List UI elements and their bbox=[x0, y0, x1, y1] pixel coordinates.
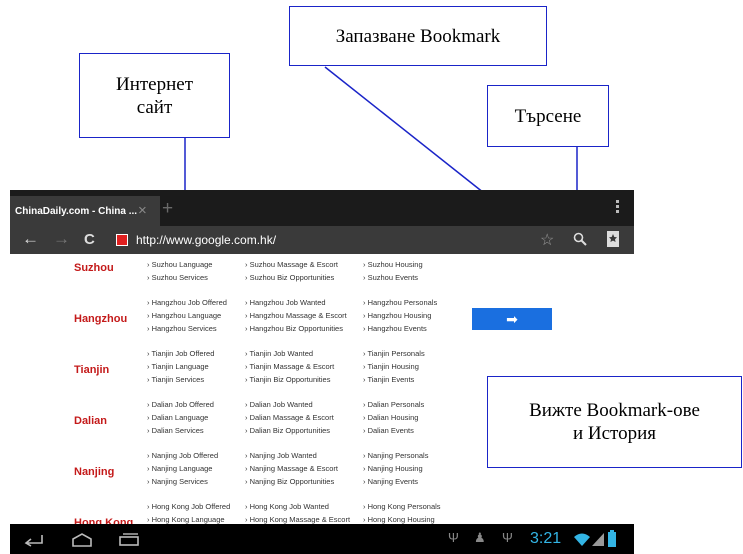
category-link[interactable]: › Suzhou Services bbox=[147, 273, 208, 282]
category-link[interactable]: › Dalian Events bbox=[363, 426, 414, 435]
favicon-icon bbox=[116, 234, 128, 246]
city-heading[interactable]: Hong Kong bbox=[74, 517, 133, 524]
category-link[interactable]: › Tianjin Events bbox=[363, 375, 414, 384]
city-heading[interactable]: Suzhou bbox=[74, 262, 114, 274]
battery-icon bbox=[608, 530, 616, 547]
category-link[interactable]: › Hong Kong Job Wanted bbox=[245, 502, 329, 511]
callout-website-line2: сайт bbox=[136, 96, 173, 118]
callout-save-bookmark: Запазване Bookmark bbox=[289, 6, 547, 66]
tab-bar: ChinaDaily.com - China ... × + bbox=[10, 190, 634, 226]
category-link[interactable]: › Hangzhou Job Wanted bbox=[245, 298, 326, 307]
category-link[interactable]: › Tianjin Housing bbox=[363, 362, 419, 371]
category-link[interactable]: › Hong Kong Housing bbox=[363, 515, 435, 524]
category-link[interactable]: › Nanjing Services bbox=[147, 477, 208, 486]
category-link[interactable]: › Nanjing Job Wanted bbox=[245, 451, 317, 460]
category-link[interactable]: › Suzhou Events bbox=[363, 273, 418, 282]
city-heading[interactable]: Dalian bbox=[74, 415, 107, 427]
go-button[interactable]: ➡ bbox=[472, 308, 552, 330]
category-link[interactable]: › Dalian Job Wanted bbox=[245, 400, 313, 409]
category-link[interactable]: › Nanjing Personals bbox=[363, 451, 428, 460]
tab-title: ChinaDaily.com - China ... bbox=[15, 206, 138, 217]
address-bar: ← → C http://www.google.com.hk/ ☆ bbox=[10, 226, 634, 254]
category-link[interactable]: › Hangzhou Housing bbox=[363, 311, 431, 320]
category-link[interactable]: › Hong Kong Massage & Escort bbox=[245, 515, 350, 524]
reload-icon[interactable]: C bbox=[84, 231, 95, 248]
new-tab-icon[interactable]: + bbox=[162, 198, 173, 220]
bookmarks-icon[interactable] bbox=[607, 231, 619, 252]
category-link[interactable]: › Hangzhou Events bbox=[363, 324, 427, 333]
category-link[interactable]: › Dalian Biz Opportunities bbox=[245, 426, 330, 435]
usb-icon: Ψ bbox=[448, 530, 459, 545]
category-link[interactable]: › Nanjing Massage & Escort bbox=[245, 464, 338, 473]
category-link[interactable]: › Hong Kong Personals bbox=[363, 502, 441, 511]
callout-search: Търсене bbox=[487, 85, 609, 147]
back-nav-icon[interactable] bbox=[22, 533, 44, 547]
category-link[interactable]: › Dalian Personals bbox=[363, 400, 424, 409]
callout-view-bookmarks: Вижте Bookmark-ове и История bbox=[487, 376, 742, 468]
callout-search-text: Търсене bbox=[514, 105, 582, 127]
city-heading[interactable]: Tianjin bbox=[74, 364, 109, 376]
url-input[interactable]: http://www.google.com.hk/ bbox=[136, 233, 276, 247]
usb-storage-icon: Ψ bbox=[502, 530, 513, 545]
category-link[interactable]: › Dalian Services bbox=[147, 426, 204, 435]
system-bar: Ψ ♟ Ψ 3:21 bbox=[10, 524, 634, 554]
category-link[interactable]: › Dalian Language bbox=[147, 413, 208, 422]
category-link[interactable]: › Hangzhou Biz Opportunities bbox=[245, 324, 343, 333]
tab-close-icon[interactable]: × bbox=[138, 202, 147, 219]
category-link[interactable]: › Nanjing Events bbox=[363, 477, 418, 486]
category-link[interactable]: › Dalian Massage & Escort bbox=[245, 413, 334, 422]
category-link[interactable]: › Hong Kong Language bbox=[147, 515, 225, 524]
debug-icon: ♟ bbox=[474, 530, 486, 545]
back-icon[interactable]: ← bbox=[22, 229, 39, 249]
category-link[interactable]: › Nanjing Job Offered bbox=[147, 451, 218, 460]
callout-website-line1: Интернет bbox=[115, 73, 194, 95]
category-link[interactable]: › Nanjing Language bbox=[147, 464, 212, 473]
category-link[interactable]: › Hong Kong Job Offered bbox=[147, 502, 230, 511]
category-link[interactable]: › Tianjin Job Wanted bbox=[245, 349, 313, 358]
category-link[interactable]: › Tianjin Biz Opportunities bbox=[245, 375, 330, 384]
category-link[interactable]: › Suzhou Biz Opportunities bbox=[245, 273, 334, 282]
category-link[interactable]: › Hangzhou Language bbox=[147, 311, 221, 320]
category-link[interactable]: › Tianjin Job Offered bbox=[147, 349, 214, 358]
callout-save-bookmark-text: Запазване Bookmark bbox=[335, 25, 501, 47]
category-link[interactable]: › Nanjing Housing bbox=[363, 464, 423, 473]
category-link[interactable]: › Dalian Housing bbox=[363, 413, 418, 422]
category-link[interactable]: › Hangzhou Personals bbox=[363, 298, 437, 307]
wifi-icon bbox=[574, 533, 590, 546]
clock: 3:21 bbox=[530, 530, 562, 547]
star-icon[interactable]: ☆ bbox=[540, 230, 554, 250]
callout-view-bookmarks-line2: и История bbox=[572, 423, 657, 444]
category-link[interactable]: › Suzhou Massage & Escort bbox=[245, 260, 338, 269]
menu-icon[interactable] bbox=[616, 200, 620, 215]
category-link[interactable]: › Suzhou Job Wanted bbox=[245, 254, 317, 256]
search-icon[interactable] bbox=[573, 232, 587, 251]
category-link[interactable]: › Dalian Job Offered bbox=[147, 400, 214, 409]
category-link[interactable]: › Suzhou Housing bbox=[363, 260, 423, 269]
category-link[interactable]: › Suzhou Personals bbox=[363, 254, 428, 256]
category-link[interactable]: › Suzhou Job Offered bbox=[147, 254, 218, 256]
callout-view-bookmarks-line1: Вижте Bookmark-ове bbox=[529, 400, 700, 421]
tablet-screen: ChinaDaily.com - China ... × + ← → C htt… bbox=[10, 190, 634, 554]
category-link[interactable]: › Tianjin Services bbox=[147, 375, 204, 384]
category-link[interactable]: › Nanjing Biz Opportunities bbox=[245, 477, 334, 486]
recent-apps-icon[interactable] bbox=[118, 532, 140, 546]
category-link[interactable]: › Hangzhou Services bbox=[147, 324, 217, 333]
category-link[interactable]: › Tianjin Personals bbox=[363, 349, 425, 358]
category-link[interactable]: › Hangzhou Massage & Escort bbox=[245, 311, 347, 320]
city-heading[interactable]: Hangzhou bbox=[74, 313, 127, 325]
category-link[interactable]: › Hangzhou Job Offered bbox=[147, 298, 227, 307]
category-link[interactable]: › Tianjin Language bbox=[147, 362, 209, 371]
category-link[interactable]: › Tianjin Massage & Escort bbox=[245, 362, 334, 371]
category-link[interactable]: › Suzhou Language bbox=[147, 260, 212, 269]
callout-website: Интернет сайт bbox=[79, 53, 230, 138]
home-icon[interactable] bbox=[70, 533, 94, 547]
signal-icon bbox=[592, 533, 604, 546]
forward-icon[interactable]: → bbox=[53, 229, 70, 249]
browser-tab[interactable]: ChinaDaily.com - China ... × bbox=[10, 196, 160, 226]
city-heading[interactable]: Nanjing bbox=[74, 466, 114, 478]
